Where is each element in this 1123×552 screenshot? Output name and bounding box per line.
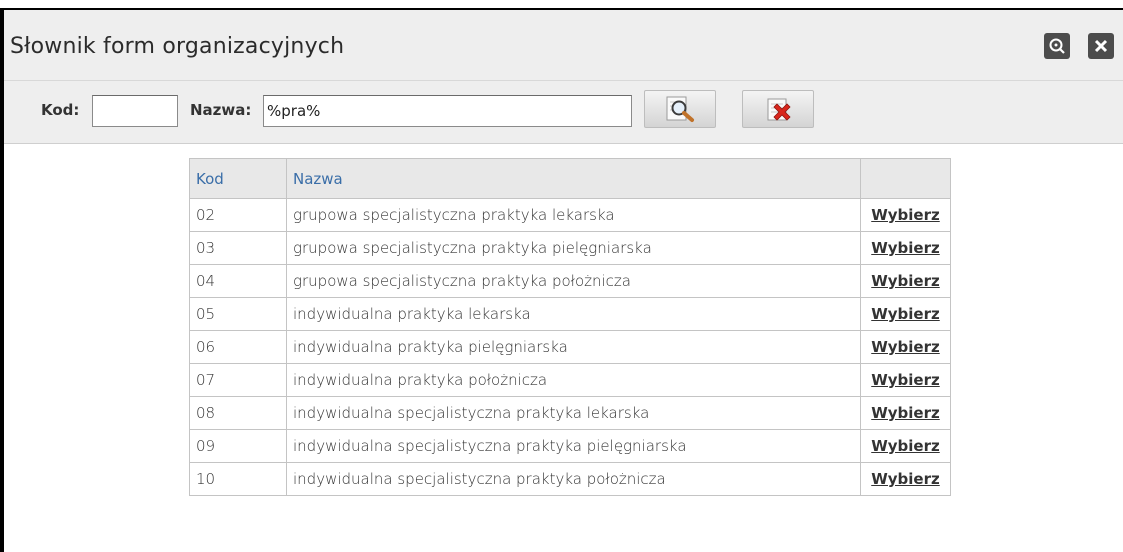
clear-filter-button[interactable]	[742, 90, 814, 128]
nazwa-input[interactable]	[263, 95, 632, 127]
select-link[interactable]: Wybierz	[871, 437, 940, 455]
cell-nazwa: indywidualna specjalistyczna praktyka po…	[286, 462, 861, 496]
zoom-icon	[1049, 38, 1065, 54]
cell-kod: 10	[189, 462, 287, 496]
cell-kod: 02	[189, 198, 287, 232]
table-row: 05 indywidualna praktyka lekarska Wybier…	[189, 297, 951, 331]
table-header-row: Kod Nazwa	[189, 158, 951, 199]
cell-kod: 03	[189, 231, 287, 265]
column-header-nazwa[interactable]: Nazwa	[286, 158, 861, 199]
filter-bar: Kod: Nazwa:	[4, 81, 1123, 144]
select-link[interactable]: Wybierz	[871, 371, 940, 389]
select-link[interactable]: Wybierz	[871, 272, 940, 290]
select-link[interactable]: Wybierz	[871, 470, 940, 488]
cell-nazwa: indywidualna praktyka lekarska	[286, 297, 861, 331]
table-row: 07 indywidualna praktyka położnicza Wybi…	[189, 363, 951, 397]
clear-filter-icon	[767, 98, 791, 121]
table-row: 04 grupowa specjalistyczna praktyka poło…	[189, 264, 951, 298]
nazwa-label: Nazwa:	[190, 101, 252, 119]
column-header-action	[860, 158, 951, 199]
table-row: 08 indywidualna specjalistyczna praktyka…	[189, 396, 951, 430]
cell-kod: 05	[189, 297, 287, 331]
close-button[interactable]	[1088, 33, 1114, 59]
cell-nazwa: grupowa specjalistyczna praktyka lekarsk…	[286, 198, 861, 232]
cell-kod: 09	[189, 429, 287, 463]
table-row: 03 grupowa specjalistyczna praktyka piel…	[189, 231, 951, 265]
title-bar: Słownik form organizacyjnych	[4, 10, 1123, 81]
cell-nazwa: indywidualna specjalistyczna praktyka le…	[286, 396, 861, 430]
cell-nazwa: indywidualna specjalistyczna praktyka pi…	[286, 429, 861, 463]
close-icon	[1094, 39, 1108, 53]
cell-nazwa: grupowa specjalistyczna praktyka pielęgn…	[286, 231, 861, 265]
magnifier-icon	[666, 96, 694, 122]
select-link[interactable]: Wybierz	[871, 338, 940, 356]
select-link[interactable]: Wybierz	[871, 206, 940, 224]
search-button[interactable]	[644, 90, 716, 128]
table-row: 06 indywidualna praktyka pielęgniarska W…	[189, 330, 951, 364]
kod-input[interactable]	[92, 95, 178, 127]
cell-nazwa: grupowa specjalistyczna praktyka położni…	[286, 264, 861, 298]
table-row: 10 indywidualna specjalistyczna praktyka…	[189, 462, 951, 496]
table-row: 09 indywidualna specjalistyczna praktyka…	[189, 429, 951, 463]
dictionary-dialog: Słownik form organizacyjnych Kod: Nazwa:	[0, 8, 1123, 552]
table-row: 02 grupowa specjalistyczna praktyka leka…	[189, 198, 951, 232]
select-link[interactable]: Wybierz	[871, 239, 940, 257]
cell-kod: 08	[189, 396, 287, 430]
dialog-title: Słownik form organizacyjnych	[10, 34, 345, 59]
kod-label: Kod:	[41, 101, 80, 119]
column-header-kod[interactable]: Kod	[189, 158, 287, 199]
cell-nazwa: indywidualna praktyka pielęgniarska	[286, 330, 861, 364]
cell-nazwa: indywidualna praktyka położnicza	[286, 363, 861, 397]
results-table: Kod Nazwa 02 grupowa specjalistyczna pra…	[189, 158, 951, 496]
cell-kod: 06	[189, 330, 287, 364]
cell-kod: 04	[189, 264, 287, 298]
cell-kod: 07	[189, 363, 287, 397]
select-link[interactable]: Wybierz	[871, 305, 940, 323]
zoom-button[interactable]	[1044, 33, 1070, 59]
select-link[interactable]: Wybierz	[871, 404, 940, 422]
